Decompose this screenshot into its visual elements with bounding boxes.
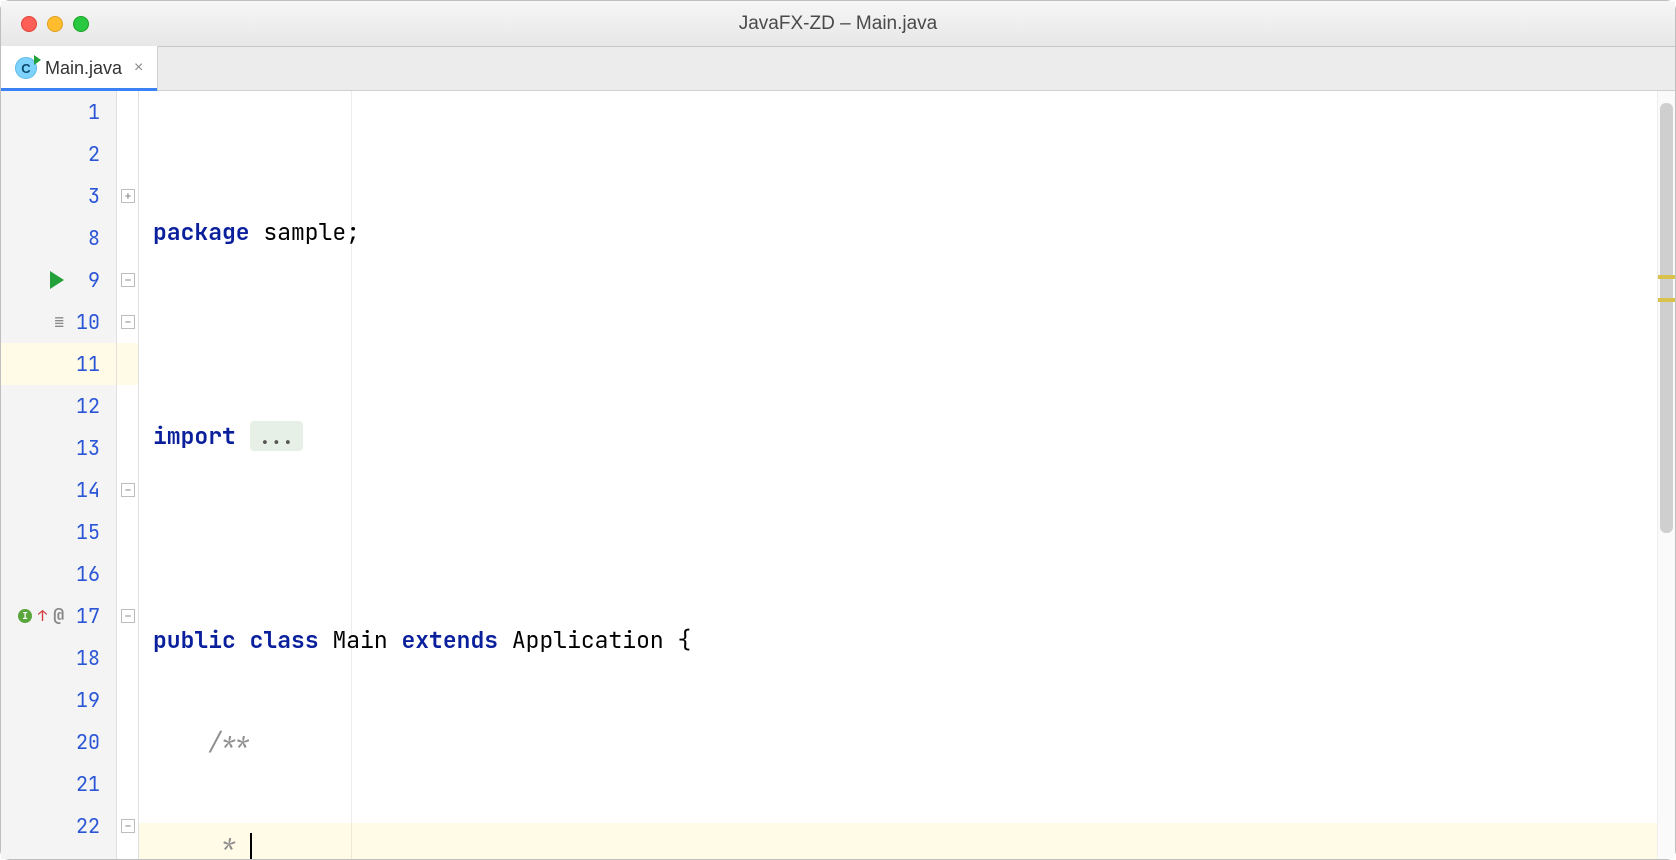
line-number: 2 — [70, 133, 100, 175]
run-class-gutter-icon[interactable] — [50, 271, 64, 289]
code-editor[interactable]: 1 2 3 8 9 ≣10 11 12 13 14 15 16 I ↑ @ 17… — [1, 91, 1675, 859]
collapse-fold-icon[interactable] — [121, 273, 135, 287]
close-tab-button[interactable]: × — [134, 59, 143, 77]
line-number: 12 — [70, 385, 100, 427]
line-number: 8 — [70, 217, 100, 259]
implemented-method-icon[interactable]: I — [18, 609, 32, 623]
line-number: 9 — [70, 259, 100, 301]
warning-stripe-mark[interactable] — [1658, 275, 1675, 279]
warning-stripe-mark[interactable] — [1658, 298, 1675, 302]
code-line[interactable] — [139, 517, 1657, 559]
code-line[interactable]: /** — [139, 721, 1657, 763]
line-number: 17 — [70, 595, 100, 637]
scrollbar-thumb[interactable] — [1660, 103, 1673, 533]
fold-strip[interactable] — [117, 91, 139, 859]
line-number: 20 — [70, 721, 100, 763]
imports-folded-badge[interactable]: ... — [250, 421, 303, 451]
expand-fold-icon[interactable] — [121, 189, 135, 203]
line-number: 13 — [70, 427, 100, 469]
line-number-gutter[interactable]: 1 2 3 8 9 ≣10 11 12 13 14 15 16 I ↑ @ 17… — [1, 91, 117, 859]
line-number: 11 — [70, 343, 100, 385]
line-number: 10 — [70, 301, 100, 343]
override-annotation-icon: @ — [53, 595, 64, 637]
overrides-super-icon: ↑ — [38, 595, 47, 637]
line-number: 1 — [70, 91, 100, 133]
text-caret — [250, 833, 252, 859]
code-line[interactable]: package sample; — [139, 211, 1657, 253]
tab-filename: Main.java — [45, 58, 122, 79]
window-title: JavaFX-ZD – Main.java — [1, 13, 1675, 35]
tab-main-java[interactable]: C Main.java × — [1, 46, 158, 90]
line-number: 3 — [70, 175, 100, 217]
window-titlebar: JavaFX-ZD – Main.java — [1, 1, 1675, 47]
line-number: 22 — [70, 805, 100, 847]
code-area[interactable]: package sample; import ... public class … — [139, 91, 1657, 859]
line-number: 19 — [70, 679, 100, 721]
collapse-fold-icon[interactable] — [121, 315, 135, 329]
java-class-file-icon: C — [15, 57, 37, 79]
file-icon-letter: C — [21, 61, 30, 76]
editor-scrollbar[interactable] — [1657, 91, 1675, 859]
line-number: 16 — [70, 553, 100, 595]
line-number: 21 — [70, 763, 100, 805]
indent-guide — [351, 91, 352, 859]
fold-end-icon[interactable] — [121, 819, 135, 833]
fold-end-icon[interactable] — [121, 483, 135, 497]
code-line-current[interactable]: * — [139, 823, 1657, 859]
runnable-decorator-icon — [34, 55, 41, 65]
align-paragraph-icon: ≣ — [54, 301, 64, 343]
editor-tabbar: C Main.java × — [1, 47, 1675, 91]
code-line[interactable] — [139, 313, 1657, 355]
line-number: 14 — [70, 469, 100, 511]
code-line[interactable]: public class Main extends Application { — [139, 619, 1657, 661]
line-number: 18 — [70, 637, 100, 679]
line-number: 15 — [70, 511, 100, 553]
code-line[interactable]: import ... — [139, 415, 1657, 457]
collapse-fold-icon[interactable] — [121, 609, 135, 623]
